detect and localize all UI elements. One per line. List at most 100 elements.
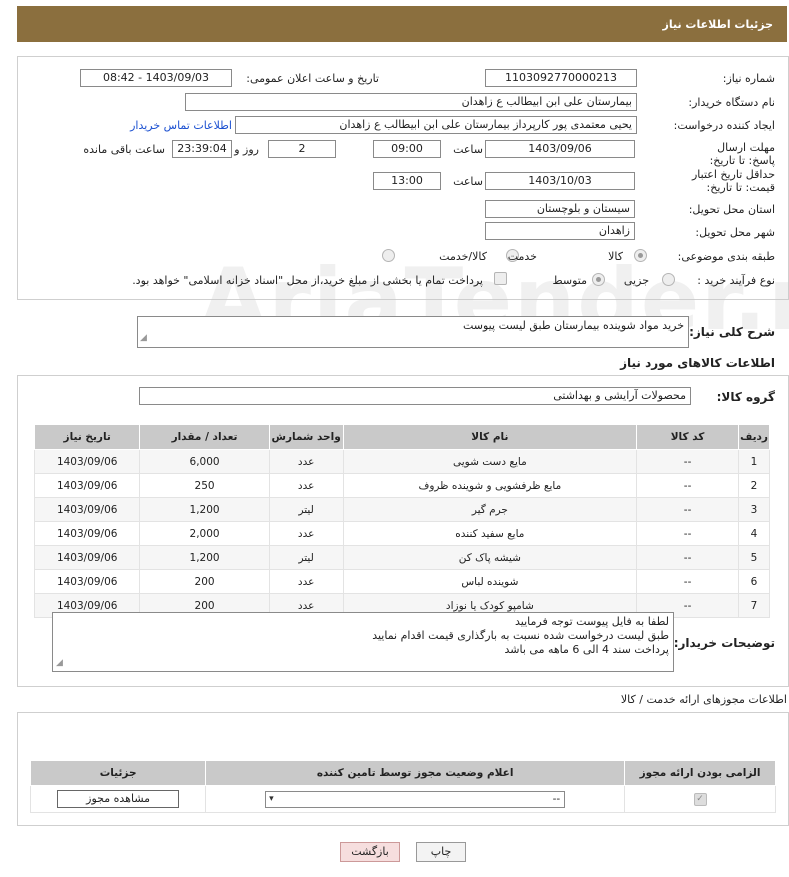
row-qty: 250 — [139, 473, 270, 498]
permit-required-checkbox: ✓ — [693, 793, 707, 806]
need-number-field: 1103092770000213 — [485, 69, 637, 87]
process-option-minor: جزیی — [623, 274, 649, 287]
col-name: نام کالا — [342, 424, 638, 450]
remaining-label: ساعت باقی مانده — [83, 143, 165, 156]
buyer-note-line: لطفا به فایل پیوست توجه فرمایید — [515, 615, 669, 628]
permit-status-cell: -- ▾ — [205, 785, 626, 813]
permit-row: ✓ -- ▾ مشاهده مجوز — [29, 785, 776, 813]
permit-details-cell: مشاهده مجوز — [29, 785, 207, 813]
row-date: 1403/09/06 — [33, 545, 141, 570]
row-code: -- — [636, 545, 740, 570]
row-name: مایع دست شویی — [342, 449, 638, 474]
reply-time-field: 09:00 — [373, 140, 441, 158]
row-index: 5 — [738, 545, 770, 570]
row-code: -- — [636, 497, 740, 522]
province-field: سیستان و بلوچستان — [485, 200, 635, 218]
row-code: -- — [636, 569, 740, 594]
col-qty: تعداد / مقدار — [139, 424, 270, 450]
row-qty: 1,200 — [139, 497, 270, 522]
row-qty: 200 — [139, 569, 270, 594]
price-date-field: 1403/10/03 — [485, 172, 635, 190]
category-option-service: خدمت — [507, 250, 537, 263]
back-button[interactable]: بازگشت — [340, 842, 400, 862]
row-unit: عدد — [268, 449, 344, 474]
row-date: 1403/09/06 — [33, 449, 141, 474]
col-unit: واحد شمارش — [268, 424, 344, 450]
row-index: 2 — [738, 473, 770, 498]
process-label: نوع فرآیند خرید : — [697, 274, 775, 287]
process-radio-medium[interactable] — [592, 273, 605, 286]
view-permit-button[interactable]: مشاهده مجوز — [57, 790, 180, 808]
price-time-field: 13:00 — [373, 172, 441, 190]
city-label: شهر محل تحویل: — [695, 226, 775, 239]
row-index: 6 — [738, 569, 770, 594]
chevron-down-icon: ▾ — [269, 793, 274, 804]
col-permit-status: اعلام وضعیت مجوز توسط تامین کننده — [205, 760, 626, 786]
page-header: جزئیات اطلاعات نیاز — [17, 6, 787, 42]
summary-label: شرح کلی نیاز: — [689, 325, 775, 339]
treasury-payment-checkbox[interactable] — [494, 272, 507, 285]
row-date: 1403/09/06 — [33, 473, 141, 498]
col-permit-details: جزئیات — [29, 760, 207, 786]
row-unit: عدد — [268, 521, 344, 546]
category-radio-goods[interactable] — [634, 249, 647, 262]
reply-date-field: 1403/09/06 — [485, 140, 635, 158]
row-index: 3 — [738, 497, 770, 522]
row-name: جرم گیر — [342, 497, 638, 522]
buyer-note-line: طبق لیست درخواست شده نسبت به بارگذاری قی… — [372, 629, 669, 642]
buyer-note-line: پرداخت سند 4 الی 6 ماهه می باشد — [504, 643, 669, 656]
days-field: 2 — [268, 140, 336, 158]
announce-field: 1403/09/03 - 08:42 — [80, 69, 232, 87]
table-row: 4 -- مایع سفید کننده عدد 2,000 1403/09/0… — [33, 521, 770, 546]
row-name: مایع ظرفشویی و شوینده ظروف — [342, 473, 638, 498]
table-row: 3 -- جرم گیر لیتر 1,200 1403/09/06 — [33, 497, 770, 522]
permit-status-select[interactable]: -- ▾ — [265, 790, 566, 808]
permit-status-value: -- — [552, 792, 561, 805]
table-row: 2 -- مایع ظرفشویی و شوینده ظروف عدد 250 … — [33, 473, 770, 498]
row-date: 1403/09/06 — [33, 497, 141, 522]
table-row: 5 -- شیشه پاک کن لیتر 1,200 1403/09/06 — [33, 545, 770, 570]
row-code: -- — [636, 473, 740, 498]
table-row: 6 -- شوینده لباس عدد 200 1403/09/06 — [33, 569, 770, 594]
treasury-payment-note: پرداخت تمام یا بخشی از مبلغ خرید،از محل … — [132, 274, 483, 287]
resize-grip-icon: ◢ — [56, 658, 63, 668]
category-option-goods-service: کالا/خدمت — [439, 250, 487, 263]
category-label: طبقه بندی موضوعی: — [677, 250, 775, 263]
page-title: جزئیات اطلاعات نیاز — [662, 18, 774, 31]
price-validity-label: حداقل تاریخ اعتبار قیمت: تا تاریخ: — [691, 168, 775, 194]
row-qty: 1,200 — [139, 545, 270, 570]
table-row: 1 -- مایع دست شویی عدد 6,000 1403/09/06 — [33, 449, 770, 474]
category-radio-goods-service[interactable] — [382, 249, 395, 262]
row-code: -- — [636, 449, 740, 474]
days-label: روز و — [234, 143, 259, 156]
announce-label: تاریخ و ساعت اعلان عمومی: — [246, 72, 379, 85]
buyer-org-label: نام دستگاه خریدار: — [688, 96, 775, 109]
reply-time-label: ساعت — [453, 143, 483, 156]
col-permit-required: الزامی بودن ارائه مجوز — [624, 760, 776, 786]
row-name: شوینده لباس — [342, 569, 638, 594]
permit-required-cell: ✓ — [624, 785, 776, 813]
goods-group-field: محصولات آرایشی و بهداشتی — [139, 387, 691, 405]
buyer-notes-field: لطفا به فایل پیوست توجه فرمایید طبق لیست… — [52, 612, 674, 672]
creator-field: یحیی معتمدی پور کارپرداز بیمارستان علی ا… — [235, 116, 637, 134]
buyer-org-field: بیمارستان علی ابن ابیطالب ع زاهدان — [185, 93, 637, 111]
permits-table: الزامی بودن ارائه مجوز اعلام وضعیت مجوز … — [29, 760, 776, 813]
buyer-contact-link[interactable]: اطلاعات تماس خریدار — [130, 119, 232, 132]
row-code: -- — [636, 521, 740, 546]
row-index: 7 — [738, 593, 770, 618]
process-radio-minor[interactable] — [662, 273, 675, 286]
row-unit: عدد — [268, 473, 344, 498]
row-qty: 2,000 — [139, 521, 270, 546]
row-index: 1 — [738, 449, 770, 474]
row-name: شیشه پاک کن — [342, 545, 638, 570]
permits-section-title: اطلاعات مجوزهای ارائه خدمت / کالا — [620, 693, 787, 706]
col-code: کد کالا — [636, 424, 740, 450]
row-unit: لیتر — [268, 545, 344, 570]
row-unit: عدد — [268, 569, 344, 594]
print-button[interactable]: چاپ — [416, 842, 466, 862]
resize-grip-icon: ◢ — [140, 333, 147, 343]
row-date: 1403/09/06 — [33, 521, 141, 546]
category-option-goods: کالا — [608, 250, 623, 263]
remaining-time-field: 23:39:04 — [172, 140, 232, 158]
buyer-notes-label: توضیحات خریدار: — [673, 636, 775, 650]
